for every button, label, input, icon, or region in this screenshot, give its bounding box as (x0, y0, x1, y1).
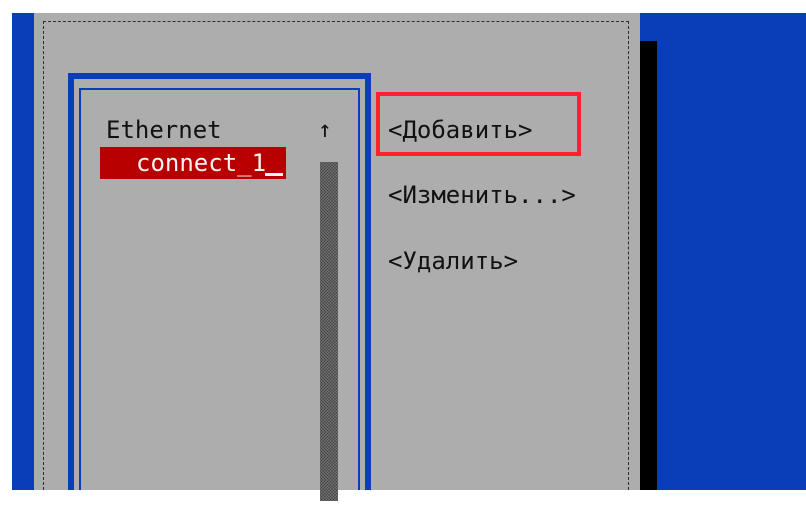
selected-connection-item[interactable]: connect_1 (100, 147, 286, 179)
connection-list-frame: Ethernet connect_1 ↑ (68, 73, 371, 501)
connection-name: connect_1 (136, 149, 267, 177)
dialog-shadow (640, 41, 657, 490)
text-cursor (265, 173, 284, 176)
connection-list[interactable]: Ethernet connect_1 ↑ (79, 88, 360, 501)
edit-connection-button[interactable]: <Изменить...> (388, 179, 576, 211)
connection-actions: <Добавить> <Изменить...> <Удалить> (388, 13, 628, 483)
connection-dialog: Ethernet connect_1 ↑ <Добавить> <Изменит… (34, 13, 640, 501)
delete-connection-button[interactable]: <Удалить> (388, 245, 518, 277)
scroll-up-icon[interactable]: ↑ (318, 118, 332, 143)
list-scrollbar[interactable] (320, 162, 338, 501)
connection-category-label: Ethernet (106, 116, 222, 144)
add-connection-button[interactable]: <Добавить> (388, 114, 533, 146)
